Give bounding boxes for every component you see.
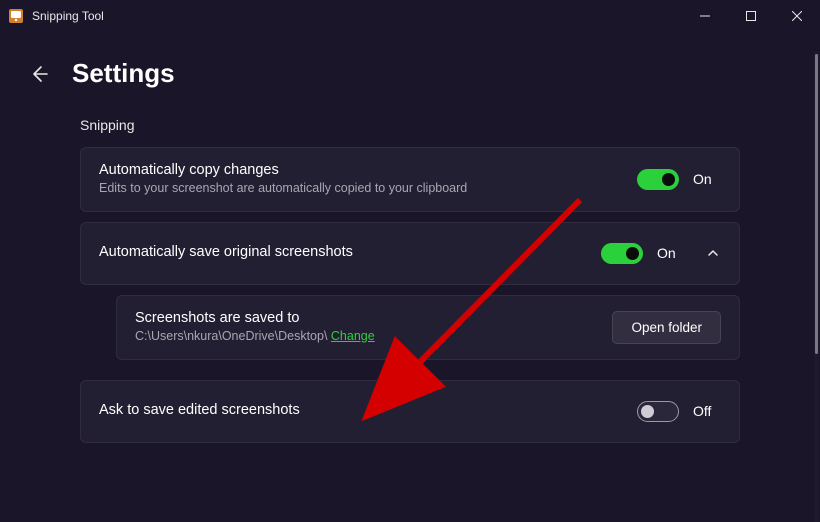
settings-content: Snipping Automatically copy changes Edit… — [0, 117, 820, 443]
toggle-state-label: On — [657, 245, 685, 261]
save-path-text: C:\Users\nkura\OneDrive\Desktop\ — [135, 329, 331, 343]
save-path-line: C:\Users\nkura\OneDrive\Desktop\ Change — [135, 328, 612, 345]
setting-subtitle: Edits to your screenshot are automatical… — [99, 180, 637, 197]
setting-title: Automatically save original screenshots — [99, 244, 601, 260]
toggle-auto-save[interactable] — [601, 243, 643, 264]
setting-auto-copy[interactable]: Automatically copy changes Edits to your… — [80, 147, 740, 212]
toggle-state-label: Off — [693, 403, 721, 419]
chevron-up-icon[interactable] — [705, 247, 721, 259]
setting-title: Screenshots are saved to — [135, 310, 612, 326]
setting-ask-save[interactable]: Ask to save edited screenshots Off — [80, 380, 740, 443]
titlebar: Snipping Tool — [0, 0, 820, 32]
page-header: Settings — [0, 32, 820, 99]
scrollbar-thumb[interactable] — [815, 54, 818, 354]
minimize-button[interactable] — [682, 0, 728, 32]
open-folder-button[interactable]: Open folder — [612, 311, 721, 344]
setting-auto-save[interactable]: Automatically save original screenshots … — [80, 222, 740, 285]
close-button[interactable] — [774, 0, 820, 32]
maximize-button[interactable] — [728, 0, 774, 32]
back-button[interactable] — [28, 63, 50, 85]
scrollbar[interactable] — [814, 52, 819, 522]
page-title: Settings — [72, 58, 175, 89]
window-controls — [682, 0, 820, 32]
toggle-auto-copy[interactable] — [637, 169, 679, 190]
change-location-link[interactable]: Change — [331, 329, 375, 343]
setting-title: Ask to save edited screenshots — [99, 402, 637, 418]
setting-title: Automatically copy changes — [99, 162, 637, 178]
toggle-state-label: On — [693, 171, 721, 187]
section-label-snipping: Snipping — [80, 117, 740, 133]
setting-save-location: Screenshots are saved to C:\Users\nkura\… — [116, 295, 740, 360]
toggle-ask-save[interactable] — [637, 401, 679, 422]
app-title: Snipping Tool — [32, 9, 104, 23]
app-icon — [8, 8, 24, 24]
